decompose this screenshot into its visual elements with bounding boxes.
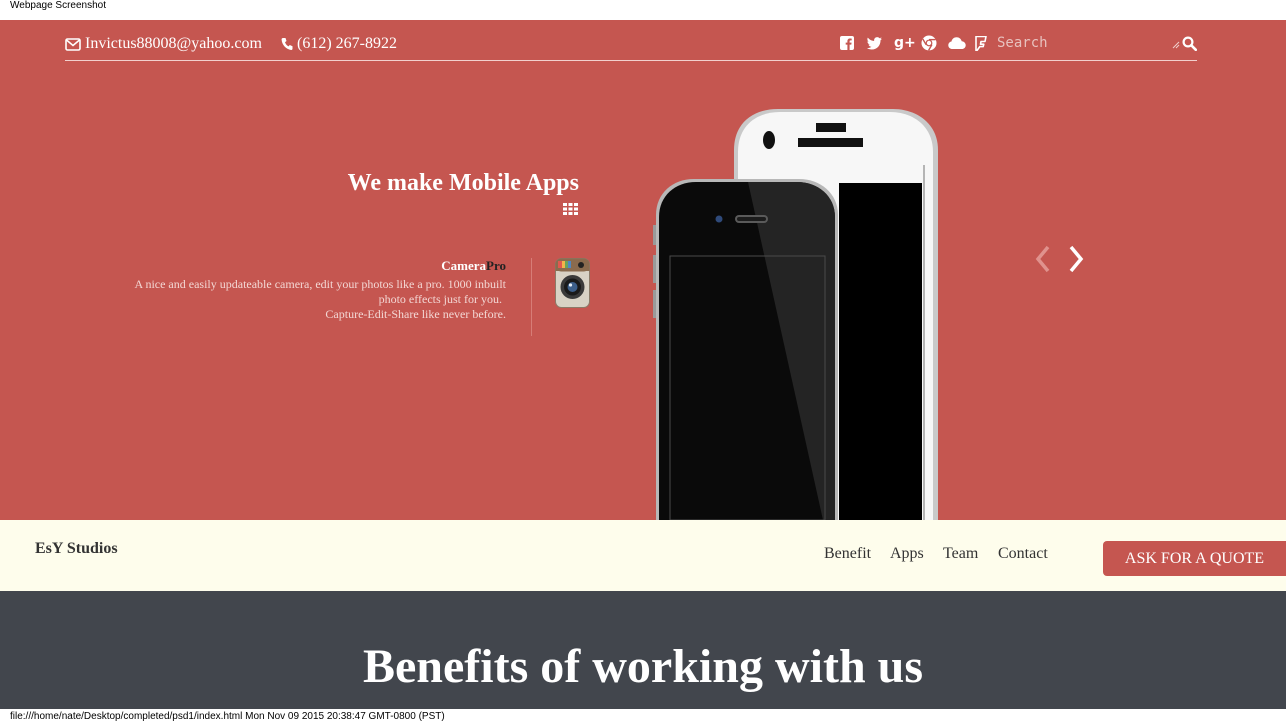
carousel-next-icon[interactable] xyxy=(1067,245,1085,273)
hero-section: Invictus88008@yahoo.com (612) 267-8922 g… xyxy=(0,20,1286,520)
phone-icon xyxy=(281,38,293,51)
facebook-icon[interactable] xyxy=(840,34,867,52)
ask-quote-button[interactable]: ASK FOR A QUOTE xyxy=(1103,541,1286,576)
benefits-section: Benefits of working with us xyxy=(0,591,1286,709)
camera-app-icon[interactable] xyxy=(555,258,590,308)
top-bar: Invictus88008@yahoo.com (612) 267-8922 g… xyxy=(65,20,1197,61)
app-desc-line-2: photo effects just for you. xyxy=(378,292,502,306)
app-desc-line-1: A nice and easily updateable camera, edi… xyxy=(134,277,506,291)
main-navbar: EsY Studios Benefit Apps Team Contact AS… xyxy=(0,520,1286,591)
benefits-title: Benefits of working with us xyxy=(362,640,924,693)
nav-link-apps[interactable]: Apps xyxy=(890,545,924,563)
carousel-prev-icon[interactable] xyxy=(1034,245,1052,273)
hero-headline: We make Mobile Apps xyxy=(347,170,579,196)
search-input[interactable] xyxy=(995,30,1179,56)
nav-link-benefit[interactable]: Benefit xyxy=(824,545,871,563)
nav-link-team[interactable]: Team xyxy=(943,545,978,563)
envelope-icon xyxy=(65,37,81,51)
social-links: g+ xyxy=(840,34,1002,52)
divider-line xyxy=(531,258,532,336)
app-title: CameraPro xyxy=(300,258,506,274)
resize-handle-icon xyxy=(1172,41,1180,49)
twitter-icon[interactable] xyxy=(867,34,894,52)
capture-footer: file:///home/nate/Desktop/completed/psd1… xyxy=(10,711,445,722)
phone-text: (612) 267-8922 xyxy=(297,35,397,52)
nav-link-contact[interactable]: Contact xyxy=(998,545,1048,563)
app-description: A nice and easily updateable camera, edi… xyxy=(120,277,506,322)
brand-logo[interactable]: EsY Studios xyxy=(35,540,118,558)
search-icon[interactable] xyxy=(1182,36,1197,51)
app-desc-line-3: Capture-Edit-Share like never before. xyxy=(325,307,506,321)
email-contact[interactable]: Invictus88008@yahoo.com xyxy=(65,35,262,53)
phones-image xyxy=(653,109,938,520)
phone-contact[interactable]: (612) 267-8922 xyxy=(281,35,397,53)
google-plus-icon[interactable]: g+ xyxy=(894,34,921,52)
email-text: Invictus88008@yahoo.com xyxy=(85,35,262,52)
grid-icon xyxy=(563,203,578,215)
app-name-part1: Camera xyxy=(441,258,487,273)
capture-title: Webpage Screenshot xyxy=(10,0,106,11)
cloud-icon[interactable] xyxy=(948,34,975,52)
app-name-part2: Pro xyxy=(486,258,506,273)
chrome-icon[interactable] xyxy=(921,34,948,52)
